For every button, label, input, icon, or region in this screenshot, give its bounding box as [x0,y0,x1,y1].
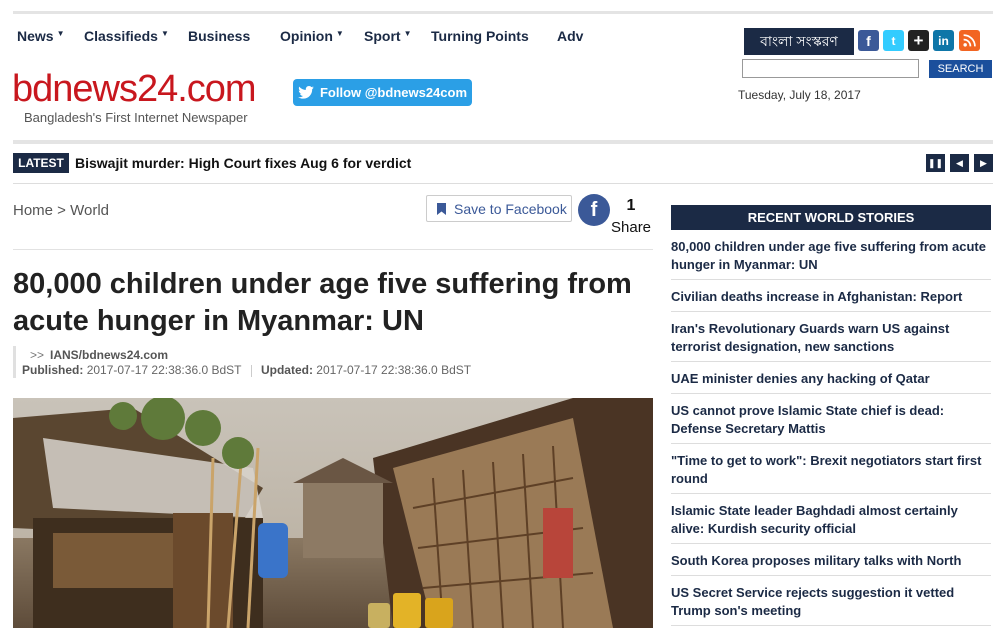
recent-story[interactable]: US Secret Service rejects suggestion it … [671,584,991,626]
recent-stories-list: 80,000 children under age five suffering… [671,238,991,634]
breadcrumb-divider [13,249,653,250]
camp-photo-illustration [13,398,653,628]
search-button[interactable]: SEARCH [929,60,992,78]
caret-down-icon: ▼ [335,29,344,38]
facebook-share-icon[interactable]: f [578,194,610,226]
breadcrumb[interactable]: Home > World [13,202,109,219]
linkedin-icon[interactable]: in [933,30,954,51]
article-photo [13,398,653,628]
top-divider [13,11,993,14]
updated-date: 2017-07-17 22:38:36.0 BdST [316,363,472,377]
nav-adv[interactable]: Adv [557,28,583,44]
recent-story[interactable]: South Korea proposes military talks with… [671,552,991,576]
bangla-edition-link[interactable]: বাংলা সংস্করণ [744,28,854,55]
nav-classifieds[interactable]: Classifieds ▼ [84,28,169,44]
site-logo[interactable]: bdnews24.com Bangladesh's First Internet… [12,68,257,125]
current-date: Tuesday, July 18, 2017 [738,88,861,102]
nav-turning-points[interactable]: Turning Points [431,28,529,44]
twitter-follow-button[interactable]: Follow @bdnews24com [293,79,472,106]
article-headline: 80,000 children under age five suffering… [13,268,632,337]
recent-story[interactable]: US cannot prove Islamic State chief is d… [671,402,991,444]
facebook-icon[interactable]: f [858,30,879,51]
latest-headline[interactable]: Biswajit murder: High Court fixes Aug 6 … [75,155,411,171]
nav-business[interactable]: Business [188,28,250,44]
recent-story[interactable]: UAE minister denies any hacking of Qatar [671,370,991,394]
rss-glyph [963,34,976,47]
caret-down-icon: ▼ [56,29,65,38]
share-count: 1 [626,197,636,214]
recent-story[interactable]: "Time to get to work": Brexit negotiator… [671,452,991,494]
rss-icon[interactable] [959,30,980,51]
bookmark-icon [437,202,446,215]
search-input[interactable] [742,59,919,78]
twitter-follow-label: Follow @bdnews24com [319,85,468,100]
nav-news[interactable]: News ▼ [17,28,65,44]
caret-down-icon: ▼ [160,29,169,38]
published-label: Published: [22,363,84,377]
recent-stories-header: RECENT WORLD STORIES [671,205,991,230]
recent-story[interactable]: Islamic State leader Baghdadi almost cer… [671,502,991,544]
recent-story[interactable]: Civilian deaths increase in Afghanistan:… [671,288,991,312]
source-name: IANS/bdnews24.com [50,348,169,362]
share-label: Share [611,219,652,236]
header-divider [13,140,993,144]
twitter-icon[interactable]: t [883,30,904,51]
save-to-facebook-label: Save to Facebook [454,200,567,217]
nav-sport[interactable]: Sport ▼ [364,28,411,44]
double-chevron-icon: >> [30,348,45,362]
date-separator [250,364,252,377]
article-dates: Published: 2017-07-17 22:38:36.0 BdST Up… [22,363,471,377]
recent-story[interactable]: Iran's Revolutionary Guards warn US agai… [671,320,991,362]
pause-button[interactable]: ❚❚ [926,154,945,172]
twitter-bird-icon [298,86,314,99]
updated-label: Updated: [260,363,313,377]
nav-opinion[interactable]: Opinion ▼ [280,28,344,44]
google-plus-icon[interactable]: + [908,30,929,51]
logo-wordmark: bdnews24.com [12,68,257,110]
caret-down-icon: ▼ [403,29,412,38]
logo-tagline: Bangladesh's First Internet Newspaper [24,110,248,125]
byline-bar [13,346,16,378]
save-to-facebook-button[interactable]: Save to Facebook [426,195,572,222]
recent-story[interactable]: 80,000 children under age five suffering… [671,238,991,280]
article-source: >> IANS/bdnews24.com [30,348,168,362]
ticker-divider [13,183,993,184]
published-date: 2017-07-17 22:38:36.0 BdST [86,363,242,377]
latest-badge: LATEST [13,153,69,173]
previous-button[interactable]: ◀ [950,154,969,172]
next-button[interactable]: ▶ [974,154,993,172]
